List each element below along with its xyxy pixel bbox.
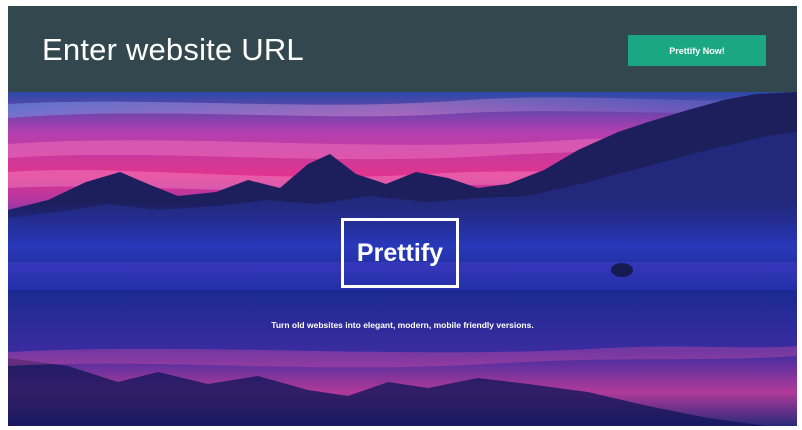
prettify-now-button[interactable]: Prettify Now! (628, 35, 766, 66)
logo-text: Prettify (356, 238, 444, 267)
app-frame: Prettify Now! (8, 6, 797, 426)
url-bar: Prettify Now! (8, 6, 797, 92)
hero-section: Prettify Turn old websites into elegant,… (8, 92, 797, 426)
url-input[interactable] (42, 28, 582, 72)
tagline: Turn old websites into elegant, modern, … (271, 320, 534, 330)
prettify-logo: Prettify (341, 218, 459, 288)
